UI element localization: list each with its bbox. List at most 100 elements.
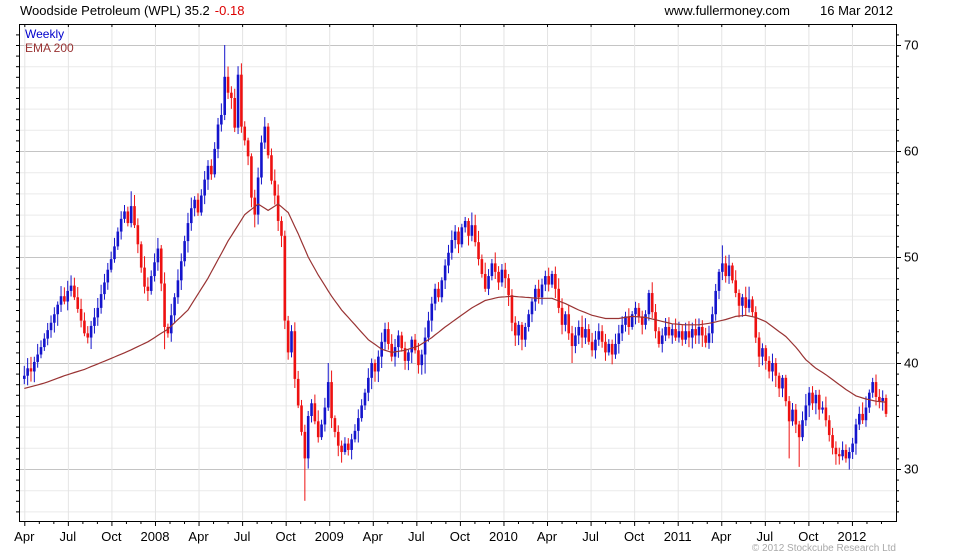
- candle-body-up: [871, 382, 874, 393]
- candle-body-up: [847, 452, 851, 459]
- candle-body-up: [123, 211, 126, 219]
- candle-body-down: [764, 348, 768, 361]
- candle-body-up: [53, 314, 56, 323]
- candle-body-up: [433, 288, 437, 304]
- candle-body-up: [864, 407, 868, 421]
- candle-body-up: [771, 363, 774, 372]
- candle-body-down: [874, 382, 878, 397]
- candle-body-down: [83, 320, 86, 334]
- candle-body-up: [660, 335, 664, 344]
- candle-body-up: [443, 265, 447, 281]
- candle-body-down: [824, 407, 828, 421]
- x-axis-label: Jul: [60, 529, 77, 544]
- candle-body-down: [701, 326, 704, 336]
- x-axis-label: Apr: [14, 529, 35, 544]
- candle-body-up: [440, 280, 444, 298]
- candle-body-up: [858, 413, 861, 425]
- candle-body-down: [674, 329, 677, 338]
- candle-body-up: [714, 290, 717, 315]
- candle-body-up: [119, 218, 123, 232]
- chart-legend: Weekly EMA 200: [25, 27, 74, 55]
- candle-body-down: [226, 76, 230, 93]
- candle-body-down: [797, 424, 801, 438]
- candle-body-up: [534, 288, 537, 302]
- candle-body-up: [791, 409, 794, 422]
- candle-body-down: [774, 363, 778, 376]
- candle-body-down: [346, 443, 350, 450]
- candle-body-up: [684, 331, 687, 340]
- candle-body-down: [250, 156, 253, 198]
- x-axis-label: Oct: [101, 529, 122, 544]
- candle-body-down: [283, 235, 287, 321]
- candle-body-up: [306, 416, 310, 459]
- x-axis-label: Apr: [537, 529, 558, 544]
- x-axis-label: 2010: [489, 529, 518, 544]
- candle-body-down: [303, 431, 307, 459]
- candle-body-up: [487, 276, 490, 289]
- candle-body-up: [153, 262, 156, 277]
- candle-body-up: [550, 273, 554, 285]
- candle-series: [23, 45, 888, 501]
- candle-body-up: [310, 403, 313, 416]
- candle-body-down: [300, 405, 303, 432]
- candle-body-down: [286, 320, 290, 353]
- candle-body-up: [66, 290, 70, 302]
- candle-body-up: [23, 375, 26, 379]
- candle-body-up: [179, 261, 183, 281]
- candle-body-up: [717, 271, 721, 291]
- candle-body-down: [159, 248, 163, 284]
- candle-body-up: [607, 343, 611, 353]
- candle-body-up: [113, 246, 116, 260]
- candle-body-up: [584, 329, 587, 338]
- candle-body-down: [737, 293, 741, 306]
- candle-body-down: [296, 378, 300, 406]
- candle-body-up: [707, 333, 711, 343]
- candle-body-up: [594, 339, 597, 351]
- candle-body-up: [851, 443, 854, 453]
- candle-body-up: [200, 195, 203, 213]
- candle-body-up: [741, 297, 744, 306]
- candle-body-up: [634, 307, 637, 315]
- candle-body-up: [420, 354, 424, 366]
- candle-body-down: [547, 276, 550, 285]
- candle-body-down: [884, 397, 888, 414]
- candle-body-up: [544, 276, 547, 285]
- candle-body-down: [787, 401, 791, 422]
- candle-body-up: [216, 124, 220, 149]
- y-axis-label: 60: [904, 144, 918, 159]
- candle-body-up: [564, 314, 567, 325]
- candle-body-up: [129, 206, 133, 224]
- price-chart: Apr Jul Oct 2008 Apr Jul Oct 2009 Apr Jul Oct 2010 A…: [14, 24, 918, 544]
- candle-body-down: [210, 165, 213, 175]
- candle-body-down: [413, 339, 417, 351]
- y-axis-label: 70: [904, 38, 918, 53]
- candle-body-down: [557, 288, 560, 308]
- candle-body-down: [266, 126, 270, 156]
- candle-body-up: [397, 335, 400, 348]
- candle-body-up: [450, 240, 454, 253]
- candle-body-down: [29, 368, 33, 372]
- candle-body-up: [256, 177, 260, 215]
- candle-body-down: [503, 269, 507, 279]
- candle-body-up: [93, 317, 96, 326]
- candle-body-up: [644, 314, 647, 325]
- candle-body-down: [146, 286, 150, 291]
- candle-body-down: [627, 316, 631, 327]
- candle-body-up: [423, 337, 427, 355]
- candle-body-up: [96, 307, 100, 318]
- candle-body-down: [507, 278, 510, 296]
- candle-body-down: [240, 74, 243, 127]
- candle-body-up: [370, 363, 373, 378]
- candle-body-down: [680, 331, 684, 340]
- candle-body-up: [801, 420, 804, 438]
- candle-body-down: [270, 155, 273, 181]
- candle-body-down: [844, 449, 848, 459]
- candle-body-down: [794, 409, 798, 425]
- candle-body-down: [390, 343, 393, 357]
- candle-body-down: [136, 225, 140, 245]
- candle-body-up: [357, 418, 360, 431]
- y-axis-label: 50: [904, 250, 918, 265]
- candle-body-up: [620, 324, 624, 334]
- candle-body-down: [143, 267, 146, 287]
- candle-body-down: [233, 98, 237, 128]
